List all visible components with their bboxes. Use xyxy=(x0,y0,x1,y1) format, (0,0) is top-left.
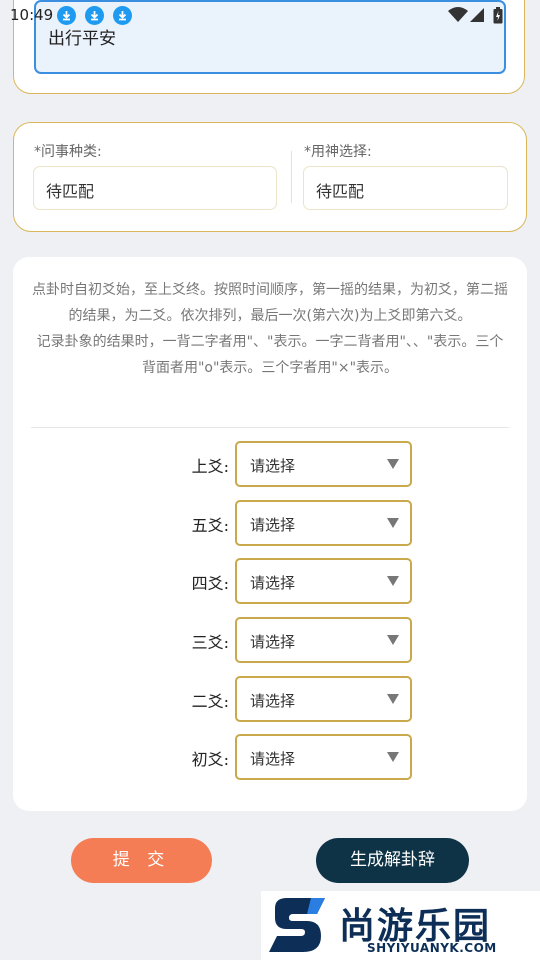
dropdown-arrow-icon xyxy=(387,459,399,469)
dropdown-arrow-icon xyxy=(387,752,399,762)
yongshen-label: *用神选择: xyxy=(304,144,372,160)
yao-card: 点卦时自初爻始，至上爻终。按照时间顺序，第一摇的结果，为初爻，第二摇的结果，为二… xyxy=(13,257,527,811)
divider xyxy=(31,427,509,428)
category-card: *问事种类: 待匹配 *用神选择: 待匹配 xyxy=(13,122,527,232)
instructions: 点卦时自初爻始，至上爻终。按照时间顺序，第一摇的结果，为初爻，第二摇的结果，为二… xyxy=(31,277,509,381)
yao-select-placeholder: 请选择 xyxy=(250,633,296,651)
watermark: 尚游乐园 SHYIYUANYK.COM xyxy=(261,891,540,960)
yao-label-shang: 上爻: xyxy=(191,457,229,476)
signal-icon xyxy=(470,8,484,22)
yao-select-placeholder: 请选择 xyxy=(250,457,296,475)
yongshen-select[interactable]: 待匹配 xyxy=(303,166,508,210)
yongshen-value: 待匹配 xyxy=(316,182,365,201)
watermark-url: SHYIYUANYK.COM xyxy=(367,941,497,955)
instructions-para-1: 点卦时自初爻始，至上爻终。按照时间顺序，第一摇的结果，为初爻，第二摇的结果，为二… xyxy=(32,282,508,324)
yao-select-er[interactable]: 请选择 xyxy=(235,676,412,722)
dropdown-arrow-icon xyxy=(387,518,399,528)
download-icon xyxy=(113,6,132,25)
yao-label-wu: 五爻: xyxy=(191,516,229,535)
yao-select-placeholder: 请选择 xyxy=(250,516,296,534)
yao-select-placeholder: 请选择 xyxy=(250,692,296,710)
yao-label-san: 三爻: xyxy=(191,633,229,652)
yao-select-wu[interactable]: 请选择 xyxy=(235,500,412,546)
wifi-icon xyxy=(448,7,468,22)
instructions-para-2: 记录卦象的结果时，一背二字者用"、"表示。一字二背者用"、、"表示。三个背面者用… xyxy=(36,334,504,376)
divider xyxy=(291,151,292,203)
yao-select-placeholder: 请选择 xyxy=(250,750,296,768)
yao-label-si: 四爻: xyxy=(191,574,229,593)
dropdown-arrow-icon xyxy=(387,694,399,704)
yao-select-placeholder: 请选择 xyxy=(250,574,296,592)
dropdown-arrow-icon xyxy=(387,576,399,586)
yao-select-chu[interactable]: 请选择 xyxy=(235,734,412,780)
download-icon xyxy=(85,6,104,25)
download-icon xyxy=(57,6,76,25)
yao-select-shang[interactable]: 请选择 xyxy=(235,441,412,487)
status-time: 10:49 xyxy=(10,6,54,24)
yao-select-si[interactable]: 请选择 xyxy=(235,558,412,604)
yao-select-san[interactable]: 请选择 xyxy=(235,617,412,663)
logo-icon xyxy=(269,898,325,952)
dropdown-arrow-icon xyxy=(387,635,399,645)
status-bar: 10:49 xyxy=(0,0,540,30)
generate-explanation-button[interactable]: 生成解卦辞 xyxy=(316,838,469,883)
yao-label-chu: 初爻: xyxy=(191,750,229,769)
category-label: *问事种类: xyxy=(34,144,102,160)
yao-label-er: 二爻: xyxy=(191,692,229,711)
battery-icon xyxy=(493,7,503,24)
submit-button[interactable]: 提 交 xyxy=(71,838,212,883)
category-value: 待匹配 xyxy=(46,182,95,201)
category-select[interactable]: 待匹配 xyxy=(33,166,277,210)
